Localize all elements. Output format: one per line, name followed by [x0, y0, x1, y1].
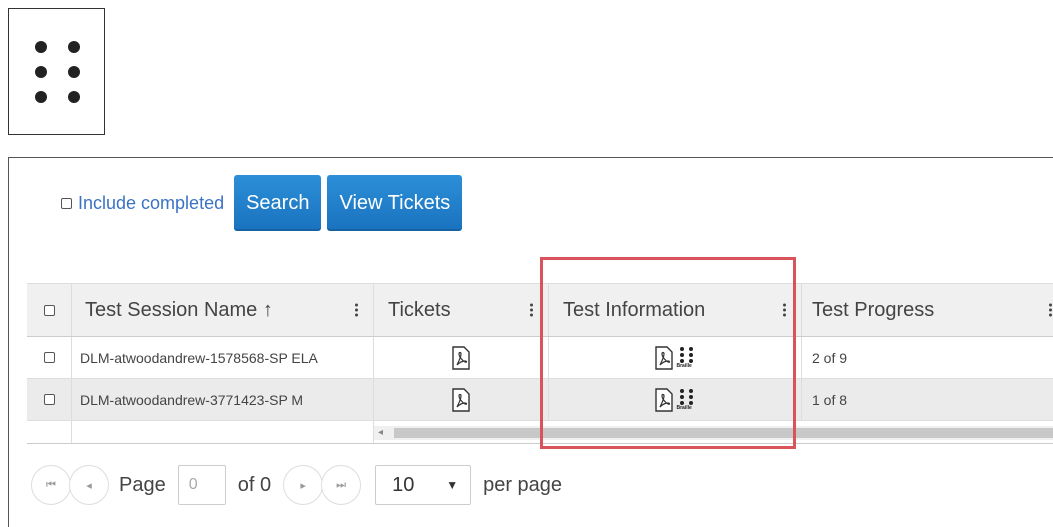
column-menu-icon[interactable] — [530, 302, 534, 319]
braille-icon[interactable]: Braille — [677, 346, 697, 370]
view-tickets-button[interactable]: View Tickets — [327, 175, 463, 231]
braille-dot — [68, 41, 80, 53]
row-checkbox[interactable] — [43, 394, 55, 405]
braille-icon[interactable]: Braille — [677, 388, 697, 412]
next-page-button[interactable]: ▸ — [283, 465, 324, 505]
braille-dot — [35, 41, 47, 53]
scrollbar-thumb[interactable] — [394, 428, 1053, 438]
session-name: DLM-atwoodandrew-3771423-SP M — [80, 391, 304, 408]
include-completed-checkbox[interactable] — [61, 197, 72, 209]
horizontal-scrollbar[interactable]: ◂ — [374, 426, 1053, 440]
column-header-test-information[interactable]: Test Information — [549, 284, 802, 336]
test-progress: 2 of 9 — [812, 349, 848, 366]
select-all-checkbox[interactable] — [43, 304, 55, 316]
test-progress: 1 of 8 — [812, 391, 848, 408]
column-menu-icon[interactable] — [1049, 302, 1053, 319]
column-title: Test Information — [563, 298, 706, 321]
pagination: ⏮ ◂ Page of 0 ▸ ⏭ 10 ▼ per page — [31, 463, 574, 507]
column-title: Tickets — [388, 298, 451, 321]
toolbar: Include completed Search View Tickets — [61, 175, 463, 231]
braille-symbol-icon — [8, 8, 105, 135]
pdf-icon[interactable] — [654, 345, 674, 370]
braille-label: Braille — [676, 404, 692, 411]
session-name: DLM-atwoodandrew-1578568-SP ELA — [80, 349, 318, 366]
include-completed-label[interactable]: Include completed — [78, 193, 224, 214]
chevron-down-icon: ▼ — [446, 478, 459, 492]
column-header-test-progress[interactable]: Test Progress — [802, 284, 1053, 336]
per-page-label: per page — [483, 473, 563, 496]
page-size-value: 10 — [392, 473, 415, 496]
column-title: Test Session Name — [85, 298, 258, 321]
grid-header-row: Test Session Name ↑ Tickets Test Informa… — [27, 283, 1053, 337]
braille-dot — [35, 91, 47, 103]
previous-page-button[interactable]: ◂ — [69, 465, 109, 505]
page-number-input[interactable] — [177, 465, 226, 505]
braille-label: Braille — [676, 362, 692, 369]
search-button[interactable]: Search — [234, 175, 322, 231]
braille-dot — [68, 91, 80, 103]
braille-dot — [35, 66, 47, 78]
pdf-icon[interactable] — [451, 345, 471, 370]
column-header-tickets[interactable]: Tickets — [374, 284, 549, 336]
page-count-label: of 0 — [237, 473, 272, 496]
braille-dot — [68, 66, 80, 78]
last-page-button[interactable]: ⏭ — [321, 465, 362, 505]
scroll-left-icon[interactable]: ◂ — [378, 426, 383, 440]
page-size-select[interactable]: 10 ▼ — [375, 465, 472, 505]
test-sessions-panel: Include completed Search View Tickets Te… — [8, 157, 1053, 527]
horizontal-scrollbar-row: ◂ — [27, 421, 1053, 444]
column-menu-icon[interactable] — [355, 302, 359, 319]
pdf-icon[interactable] — [654, 387, 674, 412]
column-header-test-session-name[interactable]: Test Session Name ↑ — [72, 284, 374, 336]
row-checkbox[interactable] — [43, 352, 55, 363]
first-page-button[interactable]: ⏮ — [31, 465, 71, 505]
column-title: Test Progress — [812, 298, 935, 321]
table-row[interactable]: DLM-atwoodandrew-3771423-SP M Braille 1 … — [27, 379, 1053, 421]
test-sessions-grid: Test Session Name ↑ Tickets Test Informa… — [27, 283, 1053, 444]
page-label: Page — [119, 473, 166, 496]
pdf-icon[interactable] — [451, 387, 471, 412]
column-menu-icon[interactable] — [783, 302, 787, 319]
sort-ascending-icon: ↑ — [262, 298, 273, 321]
table-row[interactable]: DLM-atwoodandrew-1578568-SP ELA Braille — [27, 337, 1053, 379]
